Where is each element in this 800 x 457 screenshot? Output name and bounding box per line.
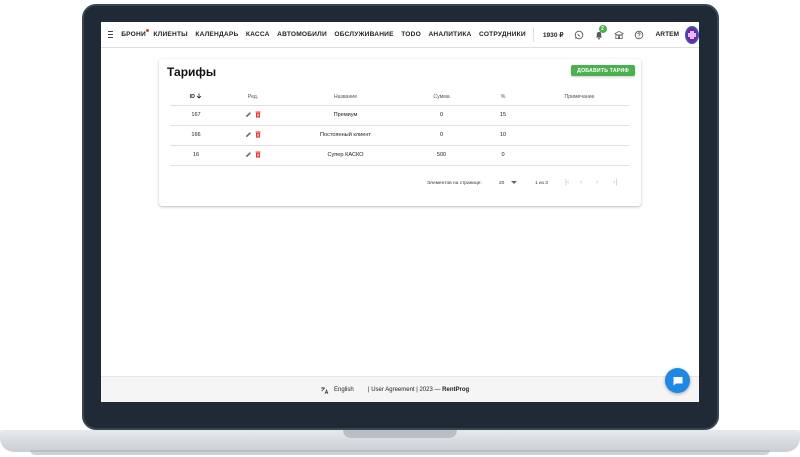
cell-sum: 0 bbox=[407, 125, 476, 146]
table-row: 167 Премиум 0 15 bbox=[170, 105, 629, 126]
nav-item-calendar[interactable]: КАЛЕНДАРЬ bbox=[195, 31, 238, 38]
nav-item-clients[interactable]: КЛИЕНТЫ bbox=[153, 31, 187, 38]
footer-brand: RentProg bbox=[442, 387, 470, 393]
prev-page-icon[interactable]: ‹ bbox=[580, 179, 582, 186]
column-header-id[interactable]: ID bbox=[170, 89, 222, 106]
nav-item-todo[interactable]: TODO bbox=[401, 31, 421, 38]
cell-id: 166 bbox=[170, 125, 222, 146]
nav-item-cars[interactable]: АВТОМОБИЛИ bbox=[277, 31, 327, 38]
trash-icon[interactable] bbox=[255, 111, 261, 118]
cell-id: 16 bbox=[170, 145, 222, 166]
page-title: Тарифы bbox=[167, 65, 217, 79]
pencil-icon[interactable] bbox=[245, 151, 252, 158]
per-page-select[interactable]: 20 bbox=[499, 181, 504, 186]
cell-note bbox=[530, 105, 629, 126]
cell-actions bbox=[222, 105, 284, 126]
school-icon[interactable] bbox=[613, 30, 624, 40]
laptop-foot bbox=[30, 450, 770, 455]
cell-sum: 500 bbox=[407, 145, 476, 166]
cell-name: Постоянный клиент bbox=[284, 125, 407, 146]
column-header-sum[interactable]: Сумма bbox=[407, 89, 476, 106]
per-page-label: Элементов на странице: bbox=[427, 181, 482, 186]
top-navbar: БРОНИ КЛИЕНТЫ КАЛЕНДАРЬ КАССА АВТОМОБИЛИ… bbox=[101, 22, 699, 48]
laptop-mockup: БРОНИ КЛИЕНТЫ КАЛЕНДАРЬ КАССА АВТОМОБИЛИ… bbox=[0, 0, 800, 457]
table-header-row: ID Ред. Название Сумма % Примечание bbox=[170, 89, 629, 106]
first-page-icon[interactable]: |‹ bbox=[565, 179, 569, 186]
bell-icon[interactable]: 2 bbox=[594, 24, 607, 40]
sort-arrow-down-icon[interactable] bbox=[196, 93, 202, 99]
footer-agreement-text[interactable]: | User Agreement | 2023 — bbox=[368, 387, 442, 393]
cell-note bbox=[530, 125, 629, 146]
chat-icon bbox=[673, 376, 682, 385]
add-tariff-button[interactable]: ДОБАВИТЬ ТАРИФ bbox=[571, 65, 635, 76]
nav-item-analytics[interactable]: АНАЛИТИКА bbox=[428, 31, 471, 38]
cell-actions bbox=[222, 145, 284, 166]
user-name[interactable]: ARTEM bbox=[656, 31, 679, 38]
whatsapp-icon[interactable] bbox=[574, 30, 584, 40]
laptop-notch bbox=[343, 430, 457, 438]
cell-name: Премиум bbox=[284, 105, 407, 126]
cell-percent: 15 bbox=[476, 105, 530, 126]
nav-item-cashbox[interactable]: КАССА bbox=[246, 31, 270, 38]
table-row: 16 Супер КАСКО 500 0 bbox=[170, 145, 629, 166]
pencil-icon[interactable] bbox=[245, 131, 252, 138]
app-screen: БРОНИ КЛИЕНТЫ КАЛЕНДАРЬ КАССА АВТОМОБИЛИ… bbox=[101, 22, 699, 402]
chevron-down-icon[interactable] bbox=[511, 181, 517, 184]
balance-display[interactable]: 1930 ₽ bbox=[543, 31, 564, 39]
column-header-percent[interactable]: % bbox=[476, 89, 530, 106]
nav-item-service[interactable]: ОБСЛУЖИВАНИЕ bbox=[334, 31, 393, 38]
cell-note bbox=[530, 145, 629, 166]
next-page-icon[interactable]: › bbox=[596, 179, 598, 186]
footer: English | User Agreement | 2023 — RentPr… bbox=[101, 376, 699, 402]
footer-links: | User Agreement | 2023 — RentProg bbox=[368, 387, 469, 393]
trash-icon[interactable] bbox=[255, 151, 261, 158]
cell-name: Супер КАСКО bbox=[284, 145, 407, 166]
chat-button[interactable] bbox=[665, 368, 690, 393]
language-switch[interactable]: English bbox=[334, 387, 354, 393]
translate-icon[interactable] bbox=[320, 386, 329, 397]
column-header-edit: Ред. bbox=[222, 89, 284, 106]
table-row: 166 Постоянный клиент 0 10 bbox=[170, 125, 629, 146]
tariffs-table: ID Ред. Название Сумма % Примечание 167 bbox=[170, 89, 629, 166]
nav-item-employees[interactable]: СОТРУДНИКИ bbox=[479, 31, 526, 38]
cell-percent: 10 bbox=[476, 125, 530, 146]
cell-percent: 0 bbox=[476, 145, 530, 166]
menu-icon[interactable] bbox=[108, 30, 114, 39]
last-page-icon[interactable]: ›| bbox=[613, 179, 617, 186]
notification-badge: 2 bbox=[598, 24, 607, 33]
help-icon[interactable] bbox=[634, 30, 644, 40]
column-header-note[interactable]: Примечание bbox=[530, 89, 629, 106]
cell-id: 167 bbox=[170, 105, 222, 126]
cell-sum: 0 bbox=[407, 105, 476, 126]
page-range: 1 из 3 bbox=[535, 181, 548, 186]
tariffs-card: Тарифы ДОБАВИТЬ ТАРИФ ID Ред. Название С… bbox=[159, 59, 641, 206]
pagination: Элементов на странице: 20 1 из 3 |‹ ‹ › … bbox=[159, 177, 641, 189]
cell-actions bbox=[222, 125, 284, 146]
nav-item-bookings[interactable]: БРОНИ bbox=[121, 29, 149, 38]
column-header-name[interactable]: Название bbox=[284, 89, 407, 106]
nav-divider bbox=[533, 27, 534, 42]
pencil-icon[interactable] bbox=[245, 111, 252, 118]
avatar[interactable] bbox=[685, 25, 699, 44]
trash-icon[interactable] bbox=[255, 131, 261, 138]
